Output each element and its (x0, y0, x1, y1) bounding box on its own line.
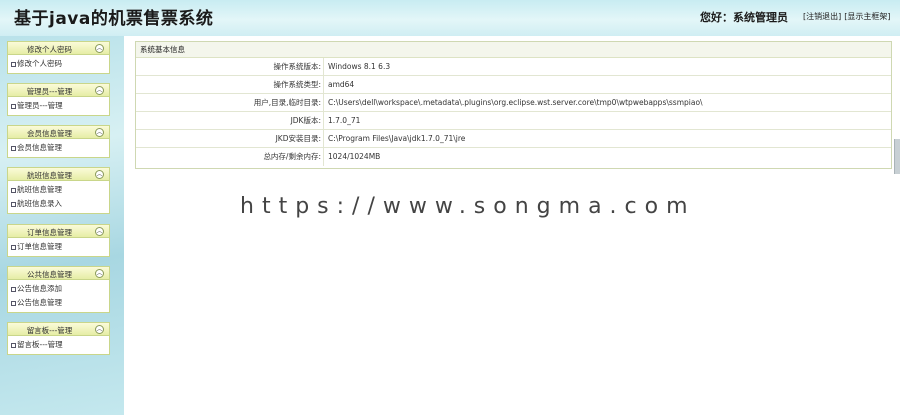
menu-group-title: 公共信息管理 (27, 270, 72, 279)
menu-group-messages: 留言板---管理 ︿ 留言板---管理 (7, 322, 110, 355)
row-label: 操作系统类型: (273, 80, 321, 89)
menu-group-header[interactable]: 会员信息管理 ︿ (7, 125, 110, 139)
table-row: JDK版本: 1.7.0_71 (136, 112, 891, 130)
menu-group-items: 航班信息管理 航班信息录入 (7, 181, 110, 214)
sidebar: 修改个人密码 ︿ 修改个人密码 管理员---管理 ︿ 管理员---管理 会员信息… (0, 36, 124, 415)
column-divider (323, 112, 324, 130)
menu-group-header[interactable]: 航班信息管理 ︿ (7, 167, 110, 181)
chevron-up-icon[interactable]: ︿ (95, 227, 104, 236)
menu-group-header[interactable]: 订单信息管理 ︿ (7, 224, 110, 238)
user-greeting: 您好：系统管理员 (700, 11, 788, 24)
sidebar-item-member-manage[interactable]: 会员信息管理 (8, 141, 109, 155)
row-value: 1.7.0_71 (328, 116, 361, 125)
menu-group-password: 修改个人密码 ︿ 修改个人密码 (7, 41, 110, 74)
table-row: 用户,目录,临时目录: C:\Users\dell\workspace\.met… (136, 94, 891, 112)
menu-group-items: 订单信息管理 (7, 238, 110, 257)
watermark-text: https://www.songma.com (240, 194, 696, 219)
row-label: 总内存/剩余内存: (263, 152, 321, 161)
system-info-panel: 系统基本信息 操作系统版本: Windows 8.1 6.3 操作系统类型: a… (135, 41, 892, 169)
menu-group-title: 航班信息管理 (27, 171, 72, 180)
sidebar-item-notice-manage[interactable]: 公告信息管理 (8, 296, 109, 310)
menu-group-title: 留言板---管理 (26, 326, 73, 335)
menu-group-header[interactable]: 公共信息管理 ︿ (7, 266, 110, 280)
menu-group-admin: 管理员---管理 ︿ 管理员---管理 (7, 83, 110, 116)
table-row: 总内存/剩余内存: 1024/1024MB (136, 148, 891, 166)
row-value: 1024/1024MB (328, 152, 381, 161)
menu-group-notices: 公共信息管理 ︿ 公告信息添加 公告信息管理 (7, 266, 110, 313)
menu-group-items: 公告信息添加 公告信息管理 (7, 280, 110, 313)
menu-group-header[interactable]: 留言板---管理 ︿ (7, 322, 110, 336)
menu-group-header[interactable]: 管理员---管理 ︿ (7, 83, 110, 97)
sidebar-item-change-password[interactable]: 修改个人密码 (8, 57, 109, 71)
sidebar-item-notice-add[interactable]: 公告信息添加 (8, 282, 109, 296)
logout-link[interactable]: [注销退出] (803, 12, 841, 21)
column-divider (323, 148, 324, 166)
top-banner: 基于java的机票售票系统 您好：系统管理员 [注销退出] [显示主框架] (0, 0, 900, 36)
table-row: 操作系统版本: Windows 8.1 6.3 (136, 58, 891, 76)
column-divider (323, 76, 324, 94)
column-divider (323, 58, 324, 76)
column-divider (323, 130, 324, 148)
show-main-frame-link[interactable]: [显示主框架] (844, 12, 890, 21)
sidebar-item-order-manage[interactable]: 订单信息管理 (8, 240, 109, 254)
row-value: C:\Program Files\Java\jdk1.7.0_71\jre (328, 134, 466, 143)
header-links: [注销退出] [显示主框架] (803, 11, 894, 22)
menu-group-orders: 订单信息管理 ︿ 订单信息管理 (7, 224, 110, 257)
chevron-up-icon[interactable]: ︿ (95, 269, 104, 278)
menu-group-title: 管理员---管理 (26, 87, 73, 96)
chevron-up-icon[interactable]: ︿ (95, 170, 104, 179)
row-label: JDK版本: (290, 116, 321, 125)
row-label: JKD安装目录: (275, 134, 321, 143)
menu-group-title: 订单信息管理 (27, 228, 72, 237)
menu-group-title: 会员信息管理 (27, 129, 72, 138)
menu-group-items: 留言板---管理 (7, 336, 110, 355)
scroll-handle[interactable] (894, 139, 900, 174)
menu-group-items: 修改个人密码 (7, 55, 110, 74)
chevron-up-icon[interactable]: ︿ (95, 128, 104, 137)
chevron-up-icon[interactable]: ︿ (95, 44, 104, 53)
menu-group-flights: 航班信息管理 ︿ 航班信息管理 航班信息录入 (7, 167, 110, 214)
chevron-up-icon[interactable]: ︿ (95, 86, 104, 95)
app-title: 基于java的机票售票系统 (14, 9, 214, 29)
row-value: C:\Users\dell\workspace\.metadata\.plugi… (328, 98, 703, 107)
sidebar-item-flight-add[interactable]: 航班信息录入 (8, 197, 109, 211)
row-label: 用户,目录,临时目录: (253, 98, 321, 107)
sidebar-item-message-manage[interactable]: 留言板---管理 (8, 338, 109, 352)
table-row: JKD安装目录: C:\Program Files\Java\jdk1.7.0_… (136, 130, 891, 148)
menu-group-members: 会员信息管理 ︿ 会员信息管理 (7, 125, 110, 158)
menu-group-items: 会员信息管理 (7, 139, 110, 158)
menu-group-header[interactable]: 修改个人密码 ︿ (7, 41, 110, 55)
chevron-up-icon[interactable]: ︿ (95, 325, 104, 334)
menu-group-items: 管理员---管理 (7, 97, 110, 116)
table-row: 操作系统类型: amd64 (136, 76, 891, 94)
sidebar-item-admin-manage[interactable]: 管理员---管理 (8, 99, 109, 113)
column-divider (323, 94, 324, 112)
row-value: amd64 (328, 80, 355, 89)
row-label: 操作系统版本: (273, 62, 321, 71)
sidebar-item-flight-manage[interactable]: 航班信息管理 (8, 183, 109, 197)
menu-group-title: 修改个人密码 (27, 45, 72, 54)
row-value: Windows 8.1 6.3 (328, 62, 391, 71)
panel-title: 系统基本信息 (136, 42, 891, 58)
